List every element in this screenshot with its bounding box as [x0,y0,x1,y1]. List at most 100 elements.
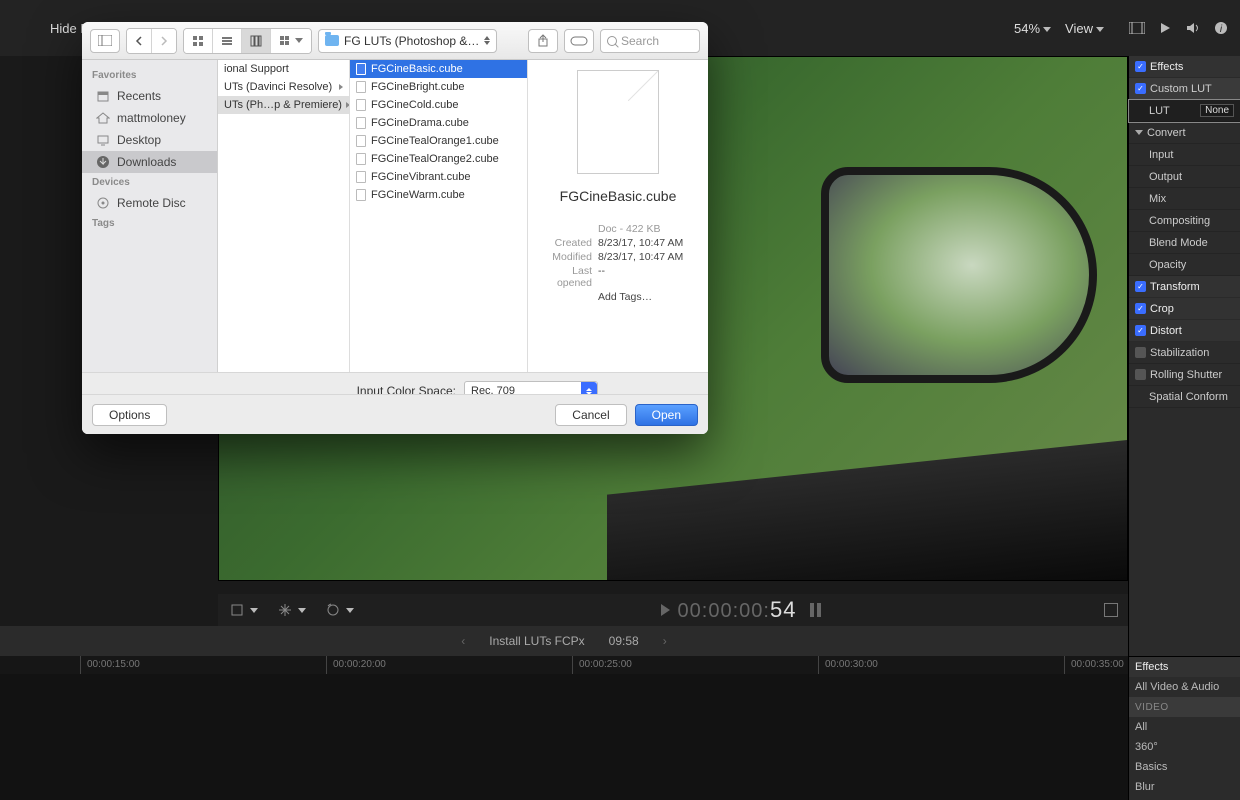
search-icon [607,36,617,46]
sidebar-item-home[interactable]: mattmoloney [82,107,217,129]
fxbrowser-all-va[interactable]: All Video & Audio [1129,677,1240,697]
checkbox-on-icon[interactable]: ✓ [1135,325,1146,336]
preview-modified-value: 8/23/17, 10:47 AM [598,251,694,263]
project-title: Install LUTs FCPx [489,634,584,648]
path-popup-button[interactable]: FG LUTs (Photoshop &… [318,29,497,53]
preview-pane: FGCineBasic.cube Doc - 422 KB Created8/2… [528,60,708,372]
checkbox-on-icon[interactable]: ✓ [1135,61,1146,72]
hide-rejected-label[interactable]: Hide R [10,21,90,36]
color-tool-button[interactable] [278,603,306,617]
checkbox-on-icon[interactable]: ✓ [1135,303,1146,314]
share-button[interactable] [528,29,558,53]
file-row[interactable]: FGCineWarm.cube [350,186,527,204]
file-row[interactable]: FGCineVibrant.cube [350,168,527,186]
checkbox-on-icon[interactable]: ✓ [1135,83,1146,94]
options-button[interactable]: Options [92,404,167,426]
inspector-spatialconform-row[interactable]: Spatial Conform [1129,386,1240,408]
list-view-button[interactable] [212,29,241,53]
dialog-footer: Options Cancel Open [82,394,708,434]
icon-view-button[interactable] [184,29,212,53]
inspector-transform-header[interactable]: ✓Transform [1129,276,1240,298]
back-button[interactable] [127,29,151,53]
disc-icon [96,196,110,210]
next-project-button[interactable]: › [663,634,667,648]
inspector-mix-row[interactable]: Mix [1129,188,1240,210]
file-row[interactable]: FGCineTealOrange2.cube [350,150,527,168]
sidebar-item-downloads[interactable]: Downloads [82,151,217,173]
sidebar-item-recents[interactable]: Recents [82,85,217,107]
preview-lastopened-label: Last opened [542,265,592,289]
lut-value-dropdown[interactable]: None [1200,104,1234,117]
file-row[interactable]: FGCineBasic.cube [350,60,527,78]
inspector-convert-row[interactable]: Convert [1129,122,1240,144]
gallery-view-button[interactable] [270,29,311,53]
transform-tool-button[interactable] [230,603,258,617]
open-file-dialog: FG LUTs (Photoshop &… Search Favorites R… [82,22,708,434]
inspector-custom-lut-row[interactable]: ✓Custom LUT [1129,78,1240,100]
zoom-level-button[interactable]: 54% [1014,21,1051,36]
transport-bar: 00:00:00:54 [218,594,1128,626]
ruler-tick: 00:00:15:00 [80,656,140,674]
tags-button[interactable] [564,29,594,53]
view-label-text: View [1065,21,1093,36]
sidebar-item-desktop[interactable]: Desktop [82,129,217,151]
fxbrowser-basics[interactable]: Basics [1129,757,1240,777]
fxbrowser-360[interactable]: 360° [1129,737,1240,757]
fxbrowser-blur[interactable]: Blur [1129,777,1240,797]
document-icon [356,99,366,111]
inspector-stabilization-row[interactable]: Stabilization [1129,342,1240,364]
checkbox-on-icon[interactable]: ✓ [1135,281,1146,292]
inspector-lut-row[interactable]: LUTNone [1129,100,1240,122]
column-folder-row[interactable]: ional Support [218,60,349,78]
inspector-compositing-row[interactable]: Compositing [1129,210,1240,232]
sidebar-tags-label: Tags [82,214,217,233]
open-button[interactable]: Open [635,404,698,426]
preview-created-label: Created [542,237,592,249]
cancel-button[interactable]: Cancel [555,404,626,426]
inspector-effects-header[interactable]: ✓Effects [1129,56,1240,78]
fullscreen-button[interactable] [1104,603,1118,617]
disclosure-icon[interactable] [1135,130,1143,135]
inspector-output-row[interactable]: Output [1129,166,1240,188]
prev-project-button[interactable]: ‹ [461,634,465,648]
preview-lastopened-value: -- [598,265,694,289]
preview-filename: FGCineBasic.cube [560,188,677,204]
film-icon[interactable] [1128,19,1146,37]
inspector-distort-header[interactable]: ✓Distort [1129,320,1240,342]
folder-icon [325,35,339,46]
fxbrowser-header: Effects [1129,657,1240,677]
speaker-icon[interactable] [1184,19,1202,37]
view-menu-button[interactable]: View [1065,21,1104,36]
inspector-rollingshutter-row[interactable]: Rolling Shutter [1129,364,1240,386]
file-row[interactable]: FGCineDrama.cube [350,114,527,132]
column-folder-row[interactable]: UTs (Davinci Resolve) [218,78,349,96]
info-icon[interactable]: i [1212,19,1230,37]
sidebar-toggle-button[interactable] [90,29,120,53]
timeline-ruler[interactable]: 00:00:15:00 00:00:20:00 00:00:25:00 00:0… [0,656,1128,674]
play-icon[interactable] [1156,19,1174,37]
timecode-display[interactable]: 00:00:00:54 [678,597,797,623]
inspector-input-row[interactable]: Input [1129,144,1240,166]
forward-button[interactable] [151,29,176,53]
inspector-opacity-row[interactable]: Opacity [1129,254,1240,276]
pause-icon [810,603,821,617]
checkbox-off-icon[interactable] [1135,347,1146,358]
add-tags-link[interactable]: Add Tags… [598,291,694,303]
ruler-tick: 00:00:25:00 [572,656,632,674]
column-view-button[interactable] [241,29,270,53]
play-button[interactable] [661,604,670,616]
inspector-crop-header[interactable]: ✓Crop [1129,298,1240,320]
sidebar-item-remotedisc[interactable]: Remote Disc [82,192,217,214]
path-label: FG LUTs (Photoshop &… [344,34,479,48]
timeline[interactable]: 00:00:15:00 00:00:20:00 00:00:25:00 00:0… [0,656,1128,800]
file-row[interactable]: FGCineCold.cube [350,96,527,114]
inspector-blendmode-row[interactable]: Blend Mode [1129,232,1240,254]
fxbrowser-all[interactable]: All [1129,717,1240,737]
retime-tool-button[interactable] [326,603,354,617]
file-row[interactable]: FGCineTealOrange1.cube [350,132,527,150]
checkbox-off-icon[interactable] [1135,369,1146,380]
file-row[interactable]: FGCineBright.cube [350,78,527,96]
recents-icon [96,89,110,103]
search-field[interactable]: Search [600,29,700,53]
column-folder-row[interactable]: UTs (Ph…p & Premiere) [218,96,349,114]
